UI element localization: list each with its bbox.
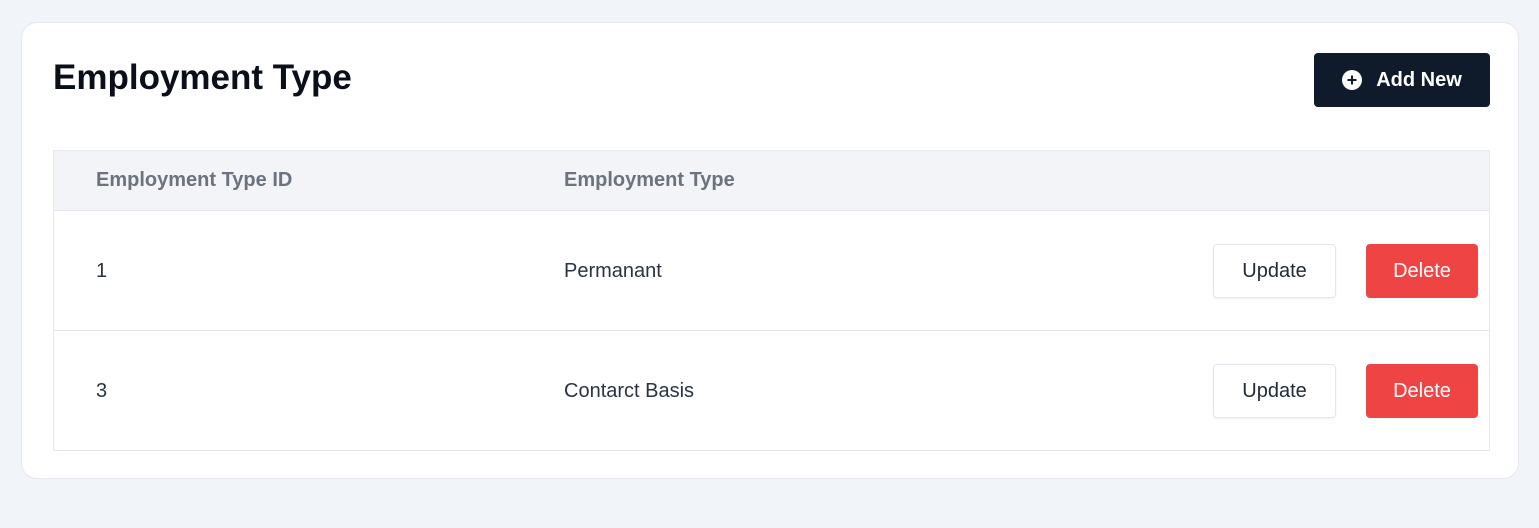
- employment-type-card: Employment Type Add New Employment Type …: [21, 22, 1519, 479]
- table-header: Employment Type ID Employment Type: [54, 151, 1489, 211]
- cell-id: 3: [96, 380, 108, 402]
- delete-button[interactable]: Delete: [1366, 244, 1478, 298]
- column-header-id: Employment Type ID: [96, 169, 293, 191]
- cell-type: Contarct Basis: [564, 380, 695, 402]
- update-button[interactable]: Update: [1213, 364, 1336, 418]
- page-title: Employment Type: [53, 58, 352, 97]
- table-row: 1 Permanant Update Delete: [54, 211, 1489, 331]
- update-button[interactable]: Update: [1213, 244, 1336, 298]
- cell-type: Permanant: [564, 260, 662, 282]
- table-row: 3 Contarct Basis Update Delete: [54, 331, 1489, 451]
- add-new-button[interactable]: Add New: [1314, 53, 1490, 107]
- plus-circle-icon: [1342, 70, 1363, 90]
- employment-type-table: Employment Type ID Employment Type 1 Per…: [53, 150, 1490, 451]
- column-header-type: Employment Type: [564, 169, 735, 191]
- add-new-label: Add New: [1376, 68, 1462, 91]
- cell-id: 1: [96, 260, 108, 282]
- delete-button[interactable]: Delete: [1366, 364, 1478, 418]
